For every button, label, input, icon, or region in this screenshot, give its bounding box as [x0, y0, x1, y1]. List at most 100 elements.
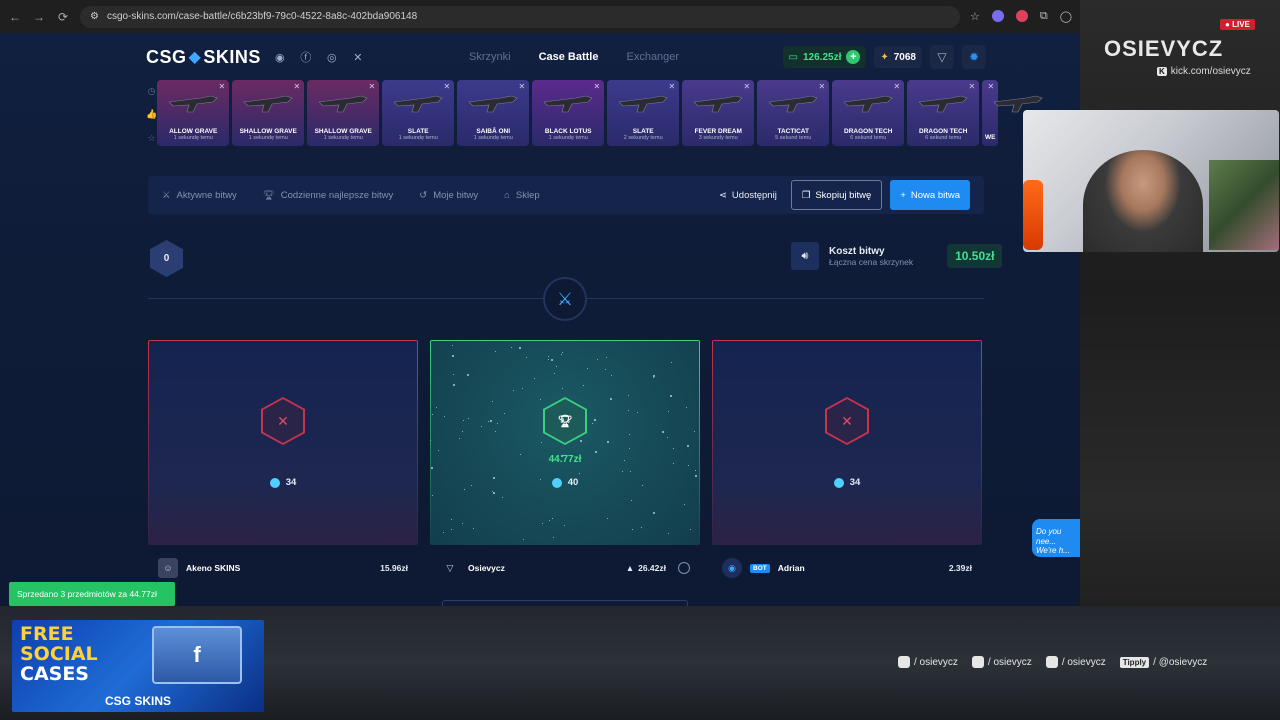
- close-icon[interactable]: ✕: [294, 82, 301, 91]
- star-particle: [552, 518, 554, 520]
- drop-card[interactable]: ✕ SHALLOW GRAVE 1 sekundę temu: [307, 80, 380, 146]
- extension-icon[interactable]: [1015, 10, 1028, 22]
- bot-badge: BOT: [750, 563, 770, 573]
- weapon-image: [168, 95, 218, 113]
- drop-time: 1 sekundę temu: [323, 135, 363, 141]
- deposit-plus-icon[interactable]: +: [846, 50, 861, 64]
- bookmark-star-icon[interactable]: ☆: [970, 10, 980, 23]
- weapon-image: [768, 95, 818, 113]
- close-icon[interactable]: ✕: [594, 82, 601, 91]
- x-twitter-icon[interactable]: ✕: [351, 50, 365, 64]
- menu-cases[interactable]: Skrzynki: [469, 51, 511, 63]
- coins-pill[interactable]: ✦ 7068: [874, 46, 922, 68]
- settings-gear-icon[interactable]: ✹: [962, 45, 986, 69]
- star-particle: [452, 354, 455, 357]
- balance-pill[interactable]: ▭ 126.25zł +: [782, 46, 867, 68]
- tiktok-icon: [971, 656, 984, 668]
- player-footer: ☺ Akeno SKINS 15.96zł: [148, 553, 418, 583]
- drop-name: SAIBĀ ONI: [476, 128, 511, 135]
- star-particle: [685, 406, 687, 408]
- close-icon[interactable]: ✕: [744, 82, 751, 91]
- panel-border: [430, 341, 431, 545]
- close-icon[interactable]: ✕: [369, 82, 376, 91]
- close-icon[interactable]: ✕: [894, 82, 901, 91]
- site-info-icon[interactable]: ⚙: [90, 11, 99, 22]
- extension-icon[interactable]: [991, 10, 1004, 22]
- drop-card[interactable]: ✕ FEVER DREAM 3 sekundy temu: [682, 80, 755, 146]
- share-button[interactable]: ⋖ Udostępnij: [719, 190, 777, 201]
- profile-icon[interactable]: ◯: [1060, 10, 1072, 23]
- player-name[interactable]: Akeno SKINS: [186, 563, 240, 573]
- close-icon[interactable]: ✕: [444, 82, 451, 91]
- drop-card[interactable]: ✕ SAIBĀ ONI 1 sekundę temu: [457, 80, 530, 146]
- drop-card[interactable]: ✕ ALLOW GRAVE 1 sekundę temu: [157, 80, 230, 146]
- star-particle: [666, 436, 668, 438]
- star-particle: [597, 358, 599, 360]
- star-particle: [560, 354, 562, 355]
- drop-card[interactable]: ✕ BLACK LOTUS 1 sekundę temu: [532, 80, 605, 146]
- wallet-icon: ▭: [788, 51, 798, 63]
- support-chat-bubble[interactable]: Do you nee... We're h...: [1032, 519, 1080, 557]
- social-handle: / osievycz: [987, 656, 1032, 668]
- star-particle: [563, 525, 565, 526]
- avatar[interactable]: ▽: [440, 558, 460, 578]
- tab-active-battles[interactable]: ⚔ Aktywne bitwy: [162, 190, 237, 201]
- drop-card[interactable]: ✕ DRAGON TECH 6 sekund temu: [832, 80, 905, 146]
- close-icon[interactable]: ✕: [519, 82, 526, 91]
- star-particle: [443, 531, 445, 533]
- menu-case-battle[interactable]: Case Battle: [539, 51, 599, 63]
- reload-icon[interactable]: ⟳: [56, 10, 70, 24]
- instagram-icon[interactable]: ◎: [325, 50, 339, 64]
- copy-battle-button[interactable]: ❐ Skopiuj bitwę: [790, 180, 883, 210]
- player-footer: ▽ Osievycz ▲ 26.42zł: [430, 553, 700, 583]
- drop-card[interactable]: ✕ WE: [982, 80, 1043, 146]
- star-particle: [554, 372, 555, 374]
- player-total: 15.96zł: [380, 563, 408, 573]
- star-particle: [610, 398, 613, 400]
- social-tiktok: / osievycz: [971, 656, 1032, 668]
- star-particle: [611, 375, 613, 377]
- tab-daily-best[interactable]: 🏆︎ Codzienne najlepsze bitwy: [263, 190, 394, 201]
- new-battle-button[interactable]: + Nowa bitwa: [890, 180, 970, 210]
- browser-extensions: ☆ ⧉ ◯: [970, 10, 1072, 23]
- star-particle: [495, 351, 497, 353]
- drop-card[interactable]: ✕ DRAGON TECH 6 sekund temu: [907, 80, 980, 146]
- battle-actions: ⋖ Udostępnij ❐ Skopiuj bitwę + Nowa bitw…: [719, 180, 970, 210]
- menu-exchanger[interactable]: Exchanger: [626, 51, 679, 63]
- like-icon[interactable]: 👍: [146, 109, 157, 120]
- close-icon[interactable]: ✕: [669, 82, 676, 91]
- avatar[interactable]: ☺: [158, 558, 178, 578]
- sound-icon[interactable]: 🔊︎: [791, 242, 819, 270]
- close-icon[interactable]: ✕: [219, 82, 226, 91]
- clock-icon[interactable]: ◷: [148, 86, 156, 97]
- star-icon[interactable]: ☆: [148, 133, 156, 144]
- forward-icon[interactable]: →: [32, 10, 46, 24]
- logo-gem-icon: ◆: [188, 49, 202, 66]
- emoji-icon[interactable]: [678, 562, 690, 574]
- drop-card[interactable]: ✕ SLATE 2 sekundy temu: [607, 80, 680, 146]
- address-bar[interactable]: ⚙ csgo-skins.com/case-battle/c6b23bf9-79…: [80, 5, 960, 28]
- facebook-icon[interactable]: ⓕ: [299, 50, 313, 64]
- close-icon[interactable]: ✕: [969, 82, 976, 91]
- avatar[interactable]: ▽: [930, 45, 954, 69]
- star-particle: [668, 410, 670, 412]
- drop-card[interactable]: ✕ SLATE 1 sekundę temu: [382, 80, 455, 146]
- drop-card[interactable]: ✕ SHALLOW GRAVE 1 sekundę temu: [232, 80, 305, 146]
- drop-card[interactable]: ✕ TACTICAT 5 sekund temu: [757, 80, 830, 146]
- back-icon[interactable]: ←: [8, 10, 22, 24]
- tab-my-battles[interactable]: ↺ Moje bitwy: [419, 190, 478, 201]
- player-name[interactable]: Adrian: [778, 563, 805, 573]
- round-value: 0: [163, 253, 170, 264]
- count-value: 34: [849, 477, 861, 488]
- site-logo[interactable]: CSG ◆ SKINS: [146, 47, 261, 68]
- count-value: 34: [285, 477, 297, 488]
- bot-avatar-icon[interactable]: ◉: [722, 558, 742, 578]
- promo-line: CASES: [20, 663, 89, 685]
- logo-text: CSG: [146, 46, 187, 67]
- discord-icon[interactable]: ◉: [273, 50, 287, 64]
- tab-shop[interactable]: ⌂ Sklep: [504, 190, 540, 201]
- player-name[interactable]: Osievycz: [468, 563, 505, 573]
- extensions-puzzle-icon[interactable]: ⧉: [1040, 10, 1048, 23]
- live-dot-icon: ●: [1225, 20, 1230, 29]
- close-icon[interactable]: ✕: [819, 82, 826, 91]
